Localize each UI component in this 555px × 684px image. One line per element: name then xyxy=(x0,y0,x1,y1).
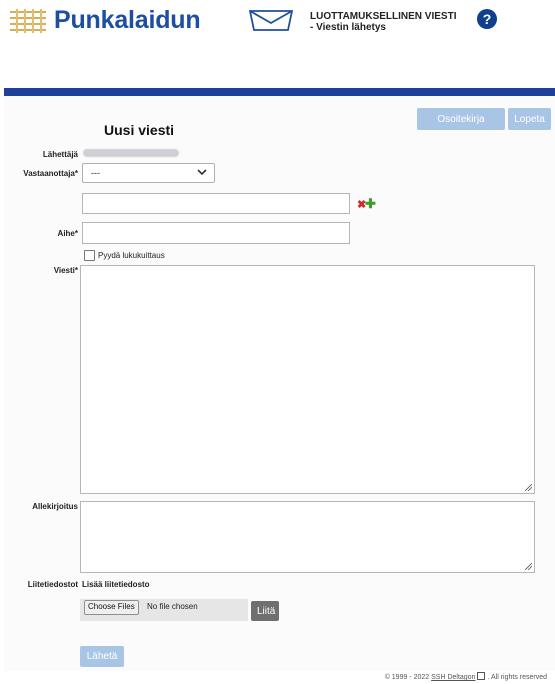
logo-text: Punkalaidun xyxy=(54,6,201,34)
address-book-button[interactable]: Osoitekirja xyxy=(417,108,505,130)
no-file-text: No file chosen xyxy=(147,602,198,611)
subject-label: Aihe* xyxy=(57,229,78,238)
company-link[interactable]: SSH Deltagon xyxy=(431,674,475,681)
external-link-icon[interactable] xyxy=(477,672,486,680)
read-receipt-checkbox[interactable] xyxy=(84,250,95,261)
add-recipient-icon[interactable]: ✚ xyxy=(365,197,376,210)
signature-label: Allekirjoitus xyxy=(32,502,78,511)
rights-text: . All rights reserved xyxy=(487,674,547,681)
copyright-text: © 1999 - 2022 xyxy=(384,674,430,681)
form-title: Uusi viesti xyxy=(104,122,175,138)
sender-value xyxy=(83,149,179,157)
add-attachment-label: Lisää liitetiedosto xyxy=(82,580,150,589)
chevron-down-icon xyxy=(197,169,207,176)
sender-label: Lähettäjä xyxy=(42,150,78,159)
fence-logo-icon xyxy=(10,7,50,35)
footer: © 1999 - 2022 SSH Deltagon . All rights r… xyxy=(385,672,547,681)
resize-grip-icon[interactable] xyxy=(525,484,532,491)
page-heading: LUOTTAMUKSELLINEN VIESTI - Viestin lähet… xyxy=(310,11,456,33)
signature-textarea[interactable] xyxy=(80,501,535,573)
logo: Punkalaidun xyxy=(10,6,201,35)
top-bar xyxy=(4,88,555,96)
recipient-label: Vastaanottaja* xyxy=(23,169,78,178)
resize-grip-icon[interactable] xyxy=(525,563,532,570)
recipient-input[interactable] xyxy=(82,193,350,214)
help-icon[interactable]: ? xyxy=(477,9,497,29)
choose-files-button[interactable]: Choose Files xyxy=(84,600,139,615)
subject-input[interactable] xyxy=(82,222,350,244)
read-receipt-label[interactable]: Pyydä lukukuittaus xyxy=(98,251,165,260)
attach-button[interactable]: Liitä xyxy=(251,601,279,621)
message-textarea[interactable] xyxy=(80,265,535,494)
send-button[interactable]: Lähetä xyxy=(80,646,124,667)
attachments-label: Liitetiedostot xyxy=(27,580,78,589)
quit-button[interactable]: Lopeta xyxy=(508,108,551,130)
header-title: LUOTTAMUKSELLINEN VIESTI xyxy=(310,11,457,22)
envelope-icon xyxy=(249,10,293,31)
message-label: Viesti* xyxy=(53,266,78,275)
recipient-select[interactable]: --- xyxy=(82,163,215,183)
header-subtitle: - Viestin lähetys xyxy=(310,22,386,33)
